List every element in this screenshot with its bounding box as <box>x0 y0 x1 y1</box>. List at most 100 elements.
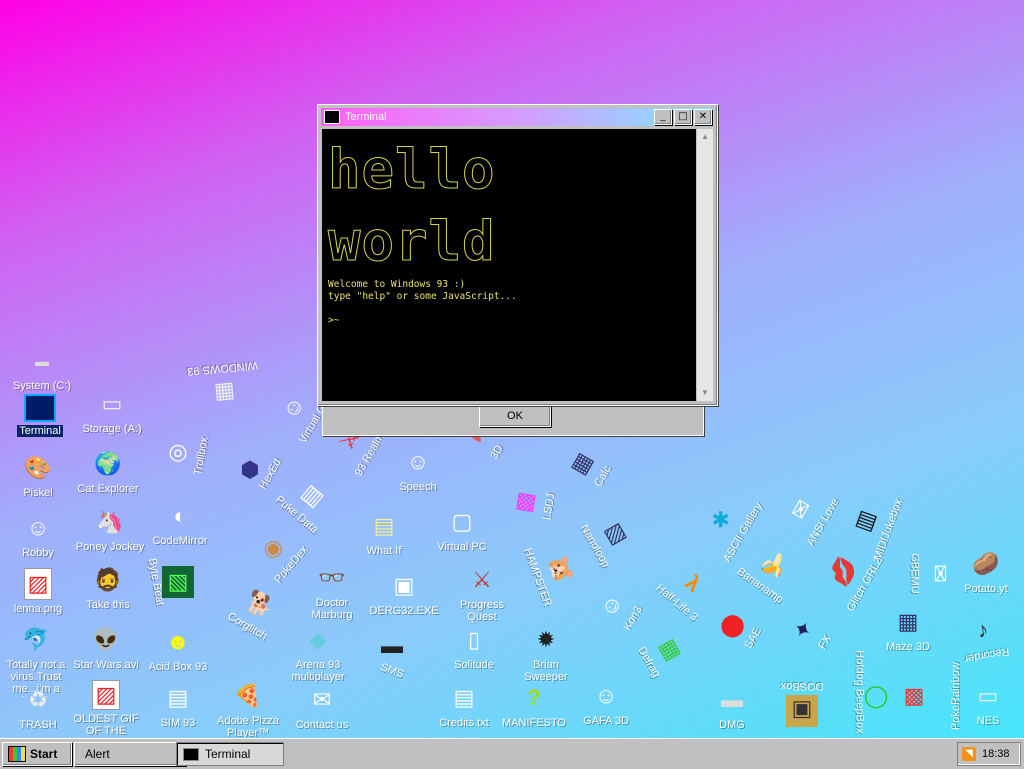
dos-box-icon: ▣ <box>786 695 818 727</box>
poke-rainbow-icon[interactable]: ▩ PokeRainbow <box>876 662 962 730</box>
waveform-icon: ▧ <box>162 566 194 598</box>
mirror-cat-icon: ◐ <box>173 503 187 528</box>
pizza-icon: 🍕 <box>234 683 262 708</box>
mine-icon: ✹ <box>536 627 556 652</box>
trollbox-icon[interactable]: ◎ Trollbox <box>140 436 216 476</box>
exe-program-icon: ▣ <box>393 573 415 598</box>
derg32-icon[interactable]: ▣ DERG32.EXE <box>366 570 442 618</box>
terminal-icon[interactable]: Terminal <box>2 394 78 437</box>
unicorn-icon: 🦄 <box>96 509 124 534</box>
hint-text: type "help" or some JavaScript... <box>328 291 517 302</box>
start-button[interactable]: Start <box>2 742 72 766</box>
what-if-icon[interactable]: ▤ What If <box>346 510 422 558</box>
face-icon: ☺ <box>406 449 430 474</box>
stickman-icon: ☺ <box>26 515 50 540</box>
soldier-face-icon: ☺ <box>594 683 618 708</box>
brian-sweeper-icon[interactable]: ✹ Brian Sweeper <box>508 624 584 684</box>
pizza-player-icon[interactable]: 🍕 Adobe Pizza Player™ <box>210 680 286 739</box>
close-button[interactable]: ✕ <box>694 109 712 125</box>
comic-icon: ▤ <box>373 513 395 538</box>
image-file-icon: ▨ <box>24 568 52 600</box>
oldest-gif-icon[interactable]: ▨ OLDEST GIF OF THE <box>68 680 144 737</box>
take-this-icon[interactable]: 🧔 Take this <box>70 564 146 612</box>
star-wars-icon[interactable]: 👽 Star Wars.avi <box>68 624 144 672</box>
rainbow-icon: ▩ <box>903 683 925 708</box>
solitude-icon[interactable]: ▯ Solitude <box>436 624 512 672</box>
start-label: Start <box>30 747 58 761</box>
task-terminal[interactable]: Terminal <box>176 742 284 766</box>
progress-quest-icon[interactable]: ⚔ Progress Quest <box>444 564 520 624</box>
scroll-up-icon[interactable]: ▲ <box>697 129 713 145</box>
contact-us-icon[interactable]: ✉ Contact us <box>284 684 360 732</box>
system-tray: ◥ 18:38 <box>957 742 1021 766</box>
vertical-scrollbar[interactable]: ▲ ▼ <box>696 129 713 401</box>
nes-icon[interactable]: ▭ NES <box>950 680 1024 728</box>
phone-icon: ▬ <box>381 633 403 658</box>
gameboy-dmg-icon: ▬ <box>721 687 743 712</box>
sim93-icon[interactable]: ▤ SIM 93 <box>140 682 216 730</box>
lenna-icon[interactable]: ▨ lenna.png <box>0 568 76 615</box>
ok-button[interactable]: OK <box>479 406 551 427</box>
gafa3d-icon[interactable]: ☺ GAFA 3D <box>568 680 644 728</box>
yoda-icon: 👽 <box>92 627 120 652</box>
terminal-window[interactable]: Terminal _ □ ✕ hello world Welcome to Wi… <box>317 104 718 406</box>
codemirror-icon[interactable]: ◐ CodeMirror <box>142 500 218 548</box>
maximize-button[interactable]: □ <box>674 109 692 125</box>
midi-jukebox-icon[interactable]: ▥ MIDIJukebox <box>837 480 907 567</box>
scroll-down-icon[interactable]: ▼ <box>697 385 713 401</box>
windows93-icon[interactable]: ▦ WINDOWS 93 <box>184 359 264 412</box>
virtual-pc-icon[interactable]: ▢ Virtual PC <box>424 506 500 554</box>
bubbles-icon: ◎ <box>168 439 188 464</box>
acid-box-icon[interactable]: ☻ Acid Box 93 <box>140 626 216 674</box>
credits-icon[interactable]: ▤ Credits.txt <box>426 682 502 730</box>
ascii-hello: hello <box>328 138 496 201</box>
system-c-icon[interactable]: ▬ System (C:) <box>4 345 80 392</box>
manifesto-icon[interactable]: ? MANIFESTO <box>496 682 572 730</box>
storage-a-icon[interactable]: ▭ Storage (A:) <box>74 388 150 436</box>
command-prompt[interactable]: >~ <box>328 315 339 327</box>
arena93-icon[interactable]: ◆ Arena 93 multiplayer <box>280 624 356 684</box>
task-alert-label: Alert <box>85 747 110 761</box>
nes-console-icon: ▭ <box>977 683 999 708</box>
rss-icon[interactable]: ◥ <box>962 747 976 761</box>
doctor-marburg-icon[interactable]: 👓 Doctor Marburg <box>294 562 370 622</box>
potato-icon[interactable]: 🥔 Potato.yt <box>948 548 1024 596</box>
terminal-window-icon <box>24 394 56 422</box>
window-title: Terminal <box>345 111 387 123</box>
question-mark-icon: ? <box>527 685 541 710</box>
gameboy-icon: ▩ <box>510 489 539 515</box>
ansi-love-icon[interactable]: ✉ ANSI Love <box>769 469 848 558</box>
dmg-icon[interactable]: ▬ DMG <box>694 684 770 732</box>
title-bar[interactable]: Terminal _ □ ✕ <box>321 108 714 126</box>
cube-icon: ◆ <box>309 627 327 652</box>
robby-icon[interactable]: ☺ Robby <box>0 512 76 560</box>
poney-jockey-icon[interactable]: 🦄 Poney Jockey <box>72 506 148 554</box>
globe-cat-icon: 🌍 <box>94 451 122 476</box>
desktop[interactable]: ▬ System (C:) Terminal 🎨 Piskel ☺ Robby … <box>0 0 1024 738</box>
smiley-icon: ☻ <box>166 629 190 654</box>
crossed-swords-icon: ⚔ <box>472 567 492 592</box>
speech-icon[interactable]: ☺ Speech <box>380 446 456 494</box>
piskel-icon[interactable]: 🎨 Piskel <box>0 452 76 500</box>
potato-glyph-icon: 🥔 <box>972 551 1000 576</box>
bottle-icon: ▯ <box>467 627 481 652</box>
hampster-icon[interactable]: 🐹 HAMPSTER <box>519 528 589 615</box>
byte-beat-icon[interactable]: ▧ Byte Beat <box>140 557 216 607</box>
calc-icon[interactable]: ▦ Calc <box>549 423 628 512</box>
dolphin-icon: 🐬 <box>22 627 50 652</box>
minimize-button[interactable]: _ <box>654 109 672 125</box>
cat-explorer-icon[interactable]: 🌍 Cat Explorer <box>70 448 146 496</box>
gif-file-icon: ▨ <box>92 680 120 710</box>
microphone-icon: ♪ <box>975 616 991 643</box>
task-alert[interactable]: Alert <box>74 742 186 766</box>
dosbox-icon[interactable]: ▣ DOSBox <box>764 680 840 727</box>
recorder-icon[interactable]: ♪ Recorder <box>942 608 1024 667</box>
palette-icon: 🎨 <box>24 455 52 480</box>
pixel-man-icon: 🧔 <box>94 567 122 592</box>
maze3d-icon[interactable]: ▦ Maze 3D <box>870 606 946 654</box>
terminal-output[interactable]: hello world Welcome to Windows 93 :) typ… <box>322 129 696 401</box>
trash-icon[interactable]: ♻ TRASH <box>0 684 76 732</box>
book-icon: ▤ <box>167 685 189 710</box>
sms-icon[interactable]: ▬ SMS <box>354 630 430 681</box>
terminal-task-icon <box>183 747 199 761</box>
